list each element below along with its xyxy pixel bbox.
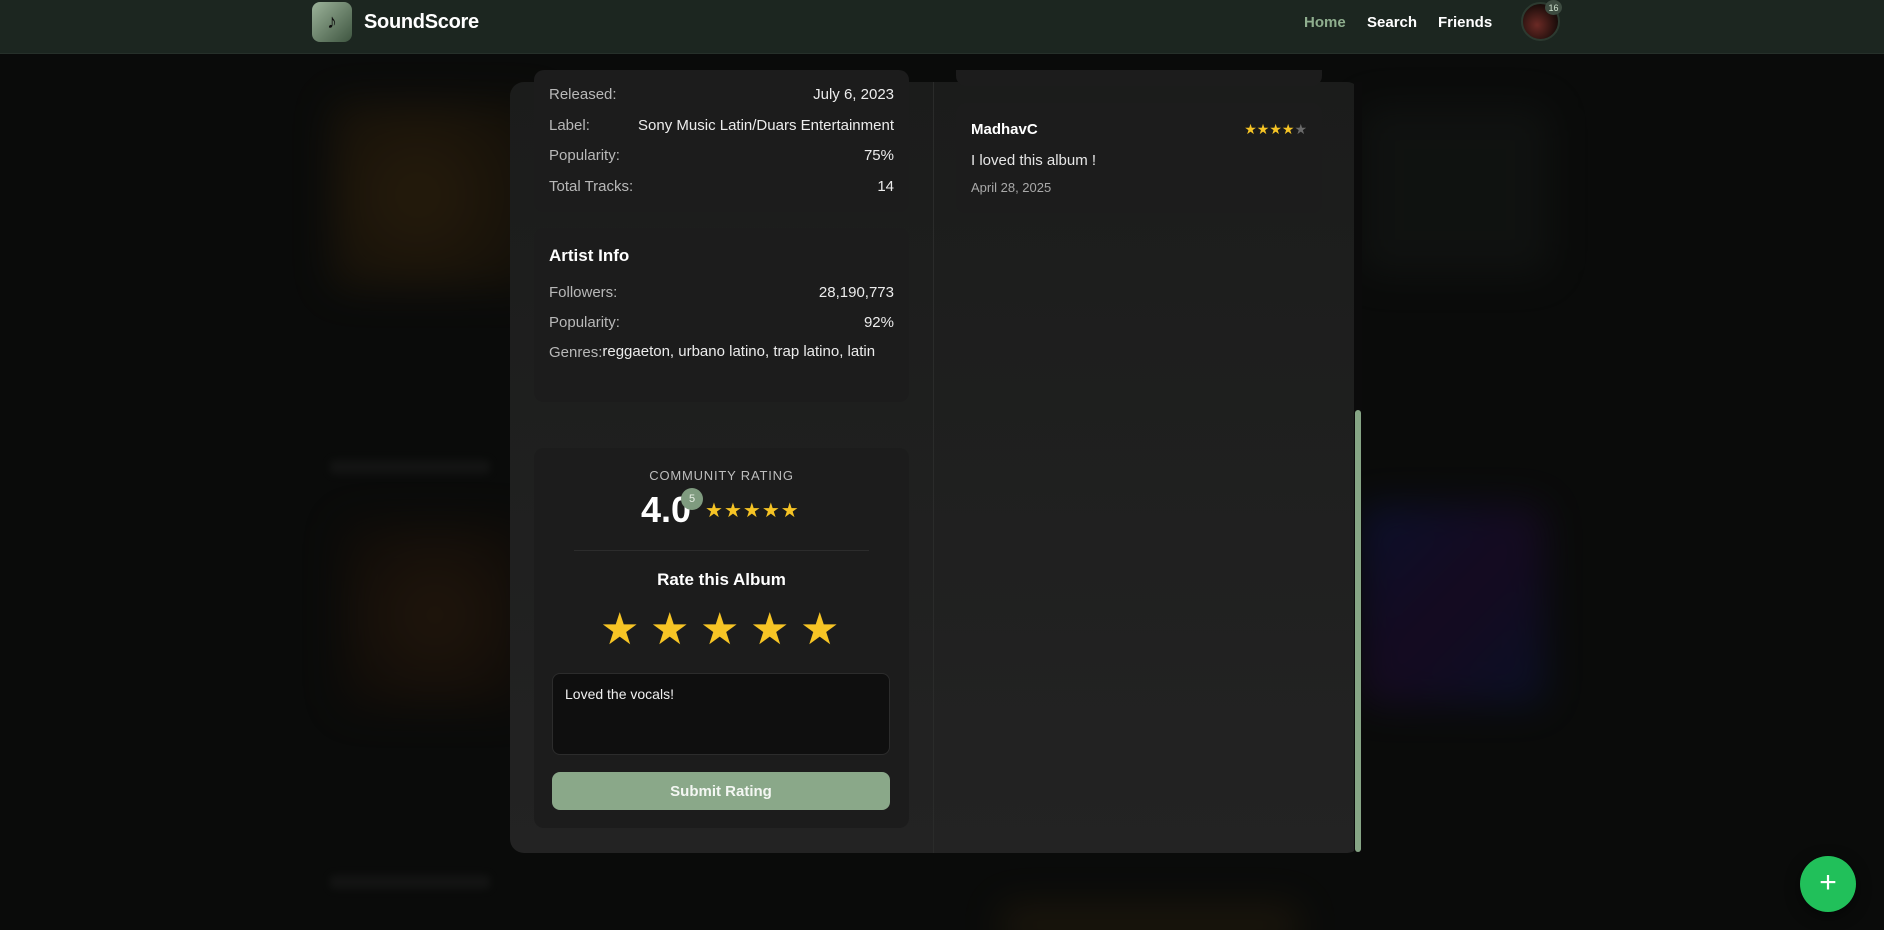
genres-value: reggaeton, urbano latino, trap latino, l…: [602, 343, 876, 360]
star-1-icon[interactable]: ★: [600, 608, 639, 652]
submit-rating-button[interactable]: Submit Rating: [552, 772, 890, 810]
review-stars-filled: ★★★★: [1244, 121, 1295, 137]
notification-badge: 16: [1545, 0, 1562, 15]
album-popularity-value: 75%: [863, 147, 894, 164]
rate-stars-input: ★ ★ ★ ★ ★: [600, 608, 839, 652]
review-card: MadhavC ★★★★★ I loved this album ! April…: [956, 103, 1322, 213]
review-textarea[interactable]: Loved the vocals!: [552, 673, 890, 755]
total-tracks-label: Total Tracks:: [549, 178, 634, 195]
brand-name[interactable]: SoundScore: [364, 11, 479, 34]
artist-popularity-value: 92%: [863, 314, 894, 331]
artist-popularity-label: Popularity:: [549, 314, 620, 331]
review-stars-icon: ★★★★★: [1244, 121, 1307, 138]
record-label-value: Sony Music Latin/Duars Entertainment: [638, 117, 894, 134]
genres-row: Genres: reggaeton, urbano latino, trap l…: [549, 343, 894, 363]
background-heading: [330, 460, 490, 474]
review-username[interactable]: MadhavC: [971, 121, 1038, 138]
modal-scrollbar-thumb[interactable]: [1355, 410, 1361, 852]
community-stars-icon: ★★★★★: [705, 499, 800, 522]
released-label: Released:: [549, 86, 617, 103]
star-5-icon[interactable]: ★: [800, 608, 839, 652]
rate-album-title: Rate this Album: [657, 570, 786, 589]
background-album-art: [1000, 905, 1300, 930]
rating-count-badge: 5: [681, 488, 703, 510]
review-date: April 28, 2025: [971, 180, 1052, 195]
star-4-icon[interactable]: ★: [750, 608, 789, 652]
nav-search-link[interactable]: Search: [1367, 14, 1417, 31]
total-tracks-value: 14: [877, 178, 894, 195]
album-popularity-row: Popularity: 75%: [549, 147, 894, 164]
rating-card: COMMUNITY RATING 4.0 5 ★★★★★ Rate this A…: [534, 448, 909, 828]
album-popularity-label: Popularity:: [549, 147, 620, 164]
genres-label: Genres:: [549, 344, 603, 361]
background-heading: [330, 875, 490, 889]
background-album-art: [340, 520, 530, 710]
released-value: July 6, 2023: [813, 86, 894, 103]
modal-column-divider: [933, 82, 934, 853]
add-button[interactable]: +: [1800, 856, 1856, 912]
followers-label: Followers:: [549, 284, 618, 301]
review-stars-empty: ★: [1294, 121, 1307, 137]
artist-info-card: Artist Info Followers: 28,190,773 Popula…: [534, 228, 909, 402]
community-rating-label: COMMUNITY RATING: [649, 468, 794, 483]
followers-value: 28,190,773: [818, 284, 894, 301]
rating-divider: [574, 550, 869, 551]
star-2-icon[interactable]: ★: [650, 608, 689, 652]
background-album-art: [1360, 505, 1545, 705]
total-tracks-row: Total Tracks: 14: [549, 178, 894, 195]
followers-row: Followers: 28,190,773: [549, 284, 894, 301]
artist-popularity-row: Popularity: 92%: [549, 314, 894, 331]
review-text: I loved this album !: [971, 152, 1097, 169]
previous-review-card: [956, 70, 1322, 86]
label-row: Label: Sony Music Latin/Duars Entertainm…: [549, 117, 894, 134]
top-navbar: ♪ SoundScore Home Search Friends 16: [0, 0, 1884, 54]
released-row: Released: July 6, 2023: [549, 86, 894, 103]
nav-home-link[interactable]: Home: [1304, 14, 1346, 31]
nav-friends-link[interactable]: Friends: [1438, 14, 1492, 31]
community-score: 4.0 5 ★★★★★: [641, 488, 800, 532]
record-label-label: Label:: [549, 117, 590, 134]
artist-info-title: Artist Info: [549, 246, 630, 265]
music-note-icon[interactable]: ♪: [312, 2, 352, 42]
background-album-art: [1360, 105, 1550, 275]
album-details-card: Released: July 6, 2023 Label: Sony Music…: [534, 70, 909, 212]
star-3-icon[interactable]: ★: [700, 608, 739, 652]
